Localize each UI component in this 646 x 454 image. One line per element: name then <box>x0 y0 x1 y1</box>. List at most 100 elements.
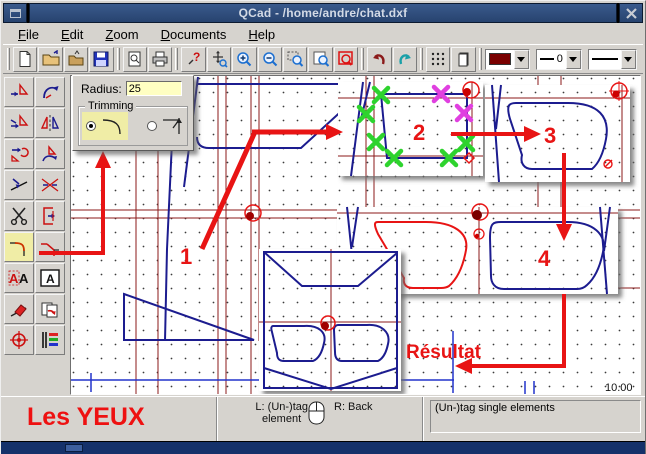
undo-button[interactable] <box>367 47 391 72</box>
drawing-title: Les YEUX <box>27 403 145 432</box>
line-style-combobox[interactable] <box>588 49 637 70</box>
save-file-button[interactable] <box>89 47 113 72</box>
pan-view-button[interactable] <box>207 47 231 72</box>
left-click-hint-line2: element <box>262 413 301 425</box>
print-preview-button[interactable] <box>123 47 147 72</box>
qcad-window: QCad - /home/andre/chat.dxf File Edit Zo… <box>0 0 646 454</box>
toolbar-handle[interactable] <box>420 48 423 70</box>
statusbar: Les YEUX L: (Un-)tag element R: Back (Un… <box>1 396 645 441</box>
redo-icon <box>396 50 414 68</box>
tool-stretch[interactable] <box>35 201 65 231</box>
menu-file[interactable]: File <box>11 25 46 44</box>
statusbar-left-section: Les YEUX <box>1 397 217 441</box>
width-value: 0 <box>557 53 563 65</box>
tool-rotate-two[interactable] <box>35 139 65 169</box>
style-dropdown-button[interactable] <box>621 50 636 69</box>
zoom-in-button[interactable] <box>232 47 256 72</box>
close-button[interactable] <box>619 3 643 23</box>
zoom-out-button[interactable] <box>258 47 282 72</box>
menu-help[interactable]: Help <box>241 25 282 44</box>
tool-move[interactable] <box>4 108 34 138</box>
trimming-label: Trimming <box>85 100 136 112</box>
open-recent-icon <box>67 50 85 68</box>
window-title: QCad - /home/andre/chat.dxf <box>29 3 617 23</box>
tool-sidebar: AA A <box>4 77 68 394</box>
open-file-button[interactable] <box>38 47 62 72</box>
style-sample-line <box>592 58 618 60</box>
trimming-groupbox: Trimming <box>78 106 188 146</box>
toolbar-handle[interactable] <box>479 48 482 70</box>
new-file-icon <box>16 50 34 68</box>
toolbar-handle[interactable] <box>361 48 364 70</box>
zoom-in-icon <box>235 50 253 68</box>
svg-text:A: A <box>9 271 19 286</box>
close-icon <box>626 8 637 19</box>
svg-text:A: A <box>19 271 29 286</box>
tool-bevel[interactable] <box>35 232 65 262</box>
tool-options-panel: Radius: Trimming <box>72 75 194 151</box>
toolbar-handle[interactable] <box>175 48 178 70</box>
statusbar-mouse-hints: L: (Un-)tag element R: Back <box>217 397 423 441</box>
radius-label: Radius: <box>81 82 122 96</box>
grid-icon <box>429 50 447 68</box>
current-color-swatch <box>489 53 511 65</box>
window-menu-button[interactable] <box>3 3 27 23</box>
tool-text[interactable]: A <box>35 263 65 293</box>
statusbar-right-section: (Un-)tag single elements <box>423 397 645 441</box>
mouse-icon <box>308 401 325 425</box>
tool-rotate[interactable] <box>35 77 65 107</box>
tool-explode[interactable] <box>35 294 65 324</box>
corner-trim-icon <box>161 116 185 136</box>
menu-zoom[interactable]: Zoom <box>98 25 145 44</box>
caret-down-icon <box>624 57 632 62</box>
tool-move-copy[interactable] <box>4 77 34 107</box>
radius-input[interactable] <box>126 81 182 96</box>
tool-edit-text[interactable]: AA <box>4 263 34 293</box>
caret-down-icon <box>517 57 525 62</box>
trim-off-option[interactable] <box>143 112 189 140</box>
zoom-auto-button[interactable] <box>308 47 332 72</box>
zoom-auto-icon <box>312 50 330 68</box>
zoom-window-button[interactable] <box>283 47 307 72</box>
redraw-button[interactable]: ? <box>181 47 205 72</box>
tool-snap-point[interactable] <box>4 325 34 355</box>
pan-view-icon <box>210 50 228 68</box>
tool-trim-two[interactable] <box>35 170 65 200</box>
line-width-combobox[interactable]: 0 <box>536 49 582 70</box>
window-icon <box>10 9 21 18</box>
layers-button[interactable] <box>451 47 475 72</box>
radio-selected-icon[interactable] <box>86 121 96 131</box>
redo-button[interactable] <box>393 47 417 72</box>
svg-text:?: ? <box>193 50 200 64</box>
width-dropdown-button[interactable] <box>566 50 581 69</box>
toolbar-handle[interactable] <box>117 48 120 70</box>
tool-cut[interactable] <box>4 201 34 231</box>
tool-mirror[interactable] <box>35 108 65 138</box>
menu-edit[interactable]: Edit <box>54 25 90 44</box>
tool-trim[interactable] <box>4 170 34 200</box>
tool-round-fillet[interactable] <box>4 232 34 262</box>
menu-documents[interactable]: Documents <box>154 25 234 44</box>
taskbar-segment[interactable] <box>65 444 83 452</box>
trim-on-option[interactable] <box>82 112 128 140</box>
open-recent-button[interactable] <box>64 47 88 72</box>
toolbar-handle[interactable] <box>7 48 10 70</box>
zoom-selection-icon <box>337 50 355 68</box>
zoom-selection-button[interactable] <box>334 47 358 72</box>
tool-move-rotate[interactable] <box>4 139 34 169</box>
print-button[interactable] <box>148 47 172 72</box>
redraw-icon: ? <box>185 50 203 68</box>
radio-unselected-icon[interactable] <box>147 121 157 131</box>
color-combobox[interactable] <box>485 49 530 70</box>
titlebar: QCad - /home/andre/chat.dxf <box>3 3 643 23</box>
save-file-icon <box>92 50 110 68</box>
color-dropdown-button[interactable] <box>514 50 529 69</box>
layers-icon <box>455 50 473 68</box>
tool-edit-attributes[interactable] <box>35 325 65 355</box>
tool-delete[interactable] <box>4 294 34 324</box>
print-preview-icon <box>126 50 144 68</box>
new-file-button[interactable] <box>13 47 37 72</box>
grid-toggle-button[interactable] <box>426 47 450 72</box>
undo-icon <box>370 50 388 68</box>
zoom-window-icon <box>286 50 304 68</box>
